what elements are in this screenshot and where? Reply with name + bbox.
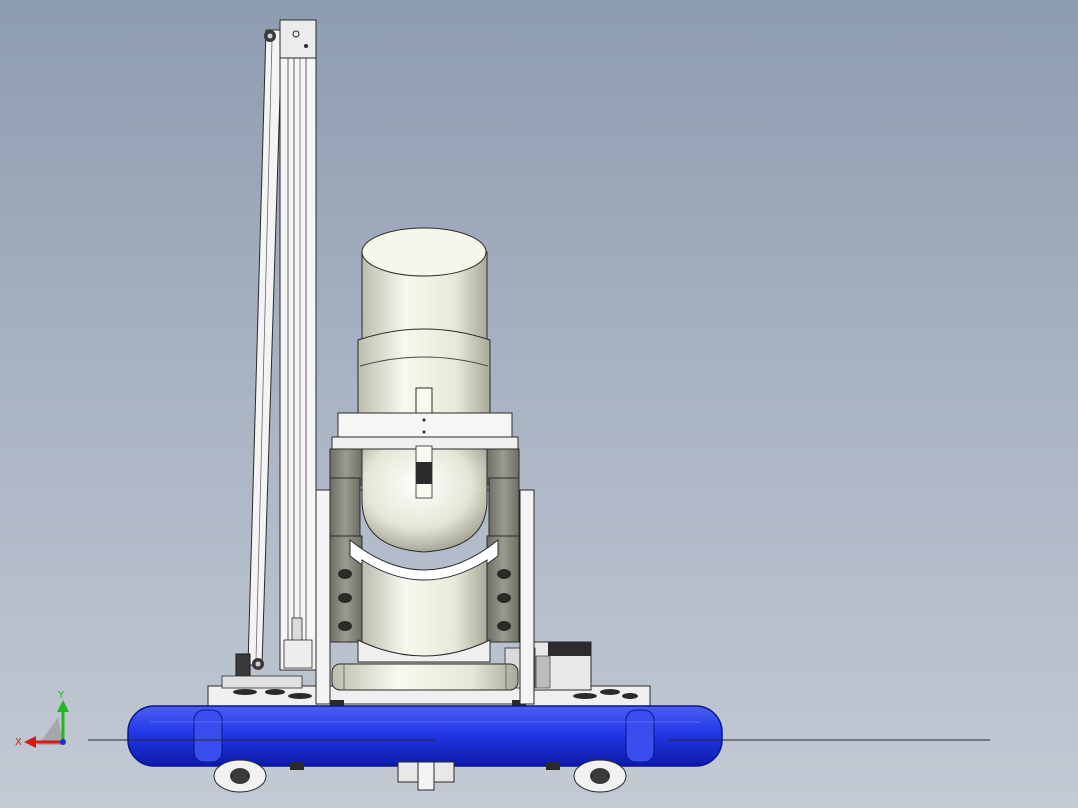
x-axis-label: X [15, 737, 22, 748]
y-axis-label: Y [57, 690, 65, 701]
top-clamp-bracket[interactable] [331, 412, 519, 450]
float-pontoon[interactable] [88, 705, 723, 767]
coordinate-triad-icon: Y X [15, 690, 69, 748]
cad-model-view[interactable]: Y X [0, 0, 1078, 808]
lift-mast[interactable] [235, 19, 317, 679]
roller-tube[interactable] [331, 663, 519, 691]
main-cylinder[interactable] [357, 227, 491, 416]
elbow-pipe[interactable] [349, 445, 499, 663]
cad-viewport[interactable]: Y X [0, 0, 1078, 808]
z-axis-dot [60, 739, 66, 745]
